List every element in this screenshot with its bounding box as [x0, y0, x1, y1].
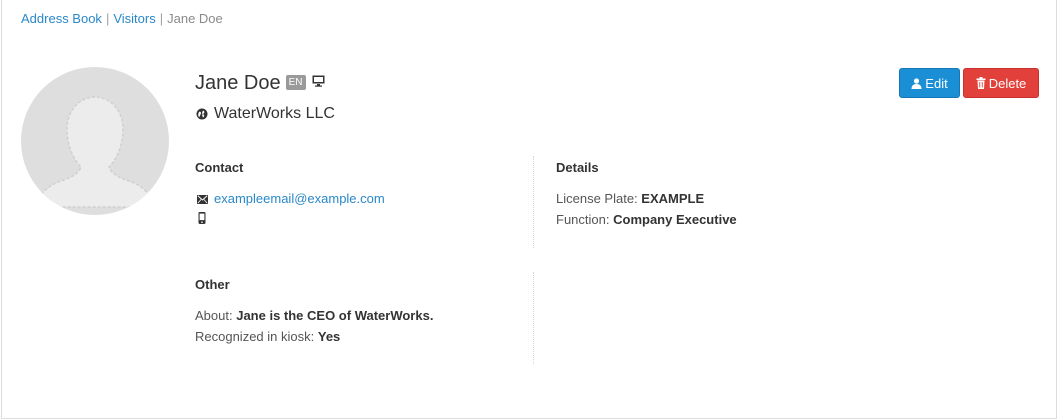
license-plate-value: EXAMPLE [641, 191, 705, 206]
about-label: About: [195, 308, 233, 323]
about-field: About: Jane is the CEO of WaterWorks. [195, 308, 433, 324]
desktop-icon [312, 75, 325, 87]
delete-button[interactable]: Delete [963, 68, 1039, 98]
phone-row [198, 212, 206, 224]
avatar [21, 67, 169, 215]
visitor-name-row: Jane Doe EN [195, 70, 325, 96]
details-section-title: Details [556, 160, 599, 175]
kiosk-label: Recognized in kiosk: [195, 329, 315, 344]
mobile-phone-icon [198, 212, 206, 224]
edit-button[interactable]: Edit [899, 68, 960, 98]
user-icon [911, 77, 922, 89]
edit-button-label: Edit [925, 75, 948, 91]
company-row: WaterWorks LLC [196, 104, 335, 124]
function-label: Function: [556, 212, 610, 227]
license-plate-field: License Plate: EXAMPLE [556, 191, 704, 207]
kiosk-value: Yes [317, 329, 341, 344]
visitor-detail-panel: Address Book | Visitors | Jane Doe Jane Doe … [1, 0, 1057, 419]
language-badge: EN [285, 74, 306, 90]
person-silhouette-icon [34, 96, 156, 208]
kiosk-field: Recognized in kiosk: Yes [195, 329, 340, 345]
function-field: Function: Company Executive [556, 212, 737, 228]
envelope-icon [197, 194, 208, 204]
company-name: WaterWorks LLC [214, 105, 335, 122]
other-section-title: Other [195, 277, 230, 292]
breadcrumb-address-book[interactable]: Address Book [21, 11, 102, 26]
email-link[interactable]: exampleemail@example.com [214, 191, 385, 207]
function-value: Company Executive [613, 212, 737, 227]
globe-icon [196, 108, 208, 120]
section-divider [533, 156, 534, 248]
breadcrumb-separator: | [159, 11, 164, 26]
breadcrumb-visitors[interactable]: Visitors [113, 11, 155, 26]
section-divider [533, 272, 534, 364]
visitor-name: Jane Doe [195, 72, 281, 94]
breadcrumb: Address Book | Visitors | Jane Doe [21, 11, 223, 27]
breadcrumb-current: Jane Doe [167, 11, 223, 26]
breadcrumb-separator: | [105, 11, 110, 26]
license-plate-label: License Plate: [556, 191, 638, 206]
about-value: Jane is the CEO of WaterWorks. [236, 308, 434, 323]
delete-button-label: Delete [988, 75, 1027, 91]
email-row: exampleemail@example.com [197, 191, 385, 207]
contact-section-title: Contact [195, 160, 244, 175]
trash-icon [976, 77, 986, 89]
